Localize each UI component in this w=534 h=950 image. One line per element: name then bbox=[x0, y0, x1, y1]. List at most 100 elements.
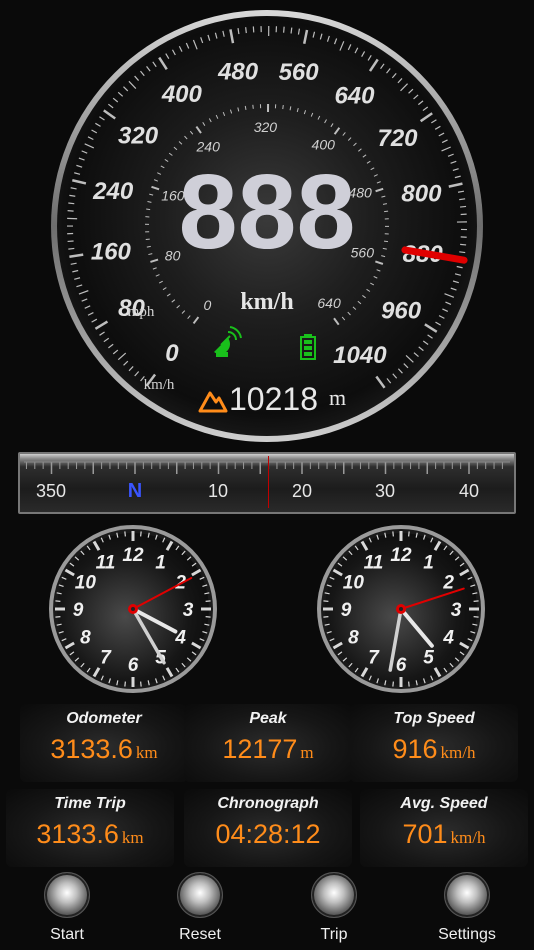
peak-unit: m bbox=[300, 743, 314, 762]
altitude-value: 10218 bbox=[229, 381, 318, 417]
start-button[interactable]: Start bbox=[22, 872, 112, 944]
compass-label-north: N bbox=[127, 480, 143, 502]
avg-speed-unit: km/h bbox=[450, 828, 486, 847]
clock-numeral: 6 bbox=[396, 655, 407, 676]
outer-scale-label: 640 bbox=[334, 82, 375, 109]
clock-tick bbox=[140, 531, 142, 537]
outer-tick bbox=[68, 247, 75, 250]
inner-unit-label: mph bbox=[128, 304, 155, 320]
inner-scale-label: 640 bbox=[317, 295, 341, 311]
compass-label-20: 20 bbox=[291, 481, 313, 501]
clock-numeral: 8 bbox=[348, 628, 359, 649]
clock-numeral: 3 bbox=[183, 600, 194, 621]
trip-button[interactable]: Trip bbox=[289, 872, 379, 944]
clock-tick bbox=[205, 600, 211, 602]
clock-tick bbox=[473, 616, 479, 618]
peak-panel: Peak 12177 m bbox=[184, 704, 352, 782]
compass-label-10: 10 bbox=[207, 481, 229, 501]
clock-tick bbox=[140, 681, 142, 687]
clock-tick bbox=[323, 600, 329, 602]
inner-tick bbox=[146, 245, 151, 248]
chronograph-panel: Chronograph 04:28:12 bbox=[184, 789, 352, 867]
clock-tick bbox=[124, 531, 126, 537]
outer-scale-label: 560 bbox=[279, 59, 320, 86]
settings-button[interactable]: Settings bbox=[422, 872, 512, 944]
clock-numeral: 6 bbox=[128, 655, 139, 676]
clock-numeral: 10 bbox=[75, 573, 97, 594]
clock-numeral: 3 bbox=[451, 600, 462, 621]
start-knob-icon[interactable] bbox=[44, 872, 90, 918]
outer-scale-label: 400 bbox=[161, 81, 203, 108]
outer-tick bbox=[460, 205, 467, 208]
clock-numeral: 11 bbox=[96, 552, 116, 573]
compass-tape: 350 N 10 20 30 40 bbox=[18, 452, 516, 514]
digital-speed-readout: 888 bbox=[179, 153, 356, 271]
outer-unit-label: km/h bbox=[144, 377, 175, 393]
compass-label-30: 30 bbox=[374, 481, 396, 501]
inner-tick bbox=[244, 105, 247, 110]
analog-clock-left: 121234567891011 bbox=[49, 525, 217, 693]
outer-tick bbox=[290, 27, 293, 34]
reset-button[interactable]: Reset bbox=[155, 872, 245, 944]
clock-tick bbox=[55, 616, 61, 618]
outer-scale-label: 720 bbox=[377, 125, 418, 152]
speedometer-gauge: 0801602403204004805606407208008809601040… bbox=[51, 10, 483, 442]
inner-scale-label: 240 bbox=[196, 138, 221, 154]
inner-tick bbox=[282, 105, 284, 110]
odometer-unit: km bbox=[135, 743, 158, 762]
clock-tick bbox=[205, 616, 211, 618]
clock-tick bbox=[392, 681, 394, 687]
chronograph-title: Chronograph bbox=[217, 795, 319, 812]
inner-scale-label: 400 bbox=[312, 137, 336, 153]
outer-scale-label: 800 bbox=[401, 181, 442, 208]
trip-button-label: Trip bbox=[320, 926, 348, 943]
clock-tick bbox=[392, 531, 394, 537]
start-button-label: Start bbox=[50, 926, 84, 943]
clock-tick bbox=[55, 600, 61, 602]
peak-title: Peak bbox=[249, 710, 287, 727]
clock-tick bbox=[124, 681, 126, 687]
clock-numeral: 12 bbox=[122, 545, 144, 566]
analog-clock-right: 12 12 3 45678 9 1011 bbox=[317, 525, 485, 693]
inner-tick bbox=[146, 208, 151, 211]
clock-numeral: 1 bbox=[423, 552, 434, 573]
compass-label-40: 40 bbox=[458, 481, 480, 501]
chronograph-value-row: 04:28:12 bbox=[184, 819, 352, 850]
outer-scale-label: 1040 bbox=[333, 342, 387, 369]
avg-speed-value-row: 701 km/h bbox=[360, 819, 528, 850]
odometer-panel: Odometer 3133.6 km bbox=[20, 704, 188, 782]
inner-tick bbox=[383, 240, 389, 243]
clock-tick bbox=[473, 600, 479, 602]
odometer-title: Odometer bbox=[66, 710, 142, 727]
compass-label-350: 350 bbox=[35, 481, 67, 501]
clock-numeral: 9 bbox=[341, 600, 352, 621]
time-trip-panel: Time Trip 3133.6 km bbox=[6, 789, 174, 867]
clock-tick bbox=[323, 616, 329, 618]
outer-scale-label: 160 bbox=[91, 238, 132, 265]
outer-tick bbox=[459, 198, 466, 201]
clock-numeral: 8 bbox=[80, 628, 91, 649]
peak-value: 12177 bbox=[222, 734, 298, 764]
clock-numeral: 5 bbox=[423, 648, 434, 669]
outer-scale-label: 240 bbox=[92, 178, 134, 205]
peak-value-row: 12177 m bbox=[184, 734, 352, 765]
reset-knob-icon[interactable] bbox=[177, 872, 223, 918]
clock-numeral: 7 bbox=[368, 648, 380, 669]
odometer-value: 3133.6 bbox=[50, 734, 133, 764]
clock-tick bbox=[408, 681, 410, 687]
clock-center-dot bbox=[399, 607, 403, 611]
top-speed-title: Top Speed bbox=[393, 710, 475, 727]
compass-ticks bbox=[24, 461, 510, 474]
inner-scale-label: 0 bbox=[204, 297, 212, 313]
top-speed-value: 916 bbox=[392, 734, 438, 764]
clock-numeral: 4 bbox=[442, 628, 454, 649]
clock-numeral: 1 bbox=[155, 552, 166, 573]
avg-speed-value: 701 bbox=[402, 819, 448, 849]
trip-knob-icon[interactable] bbox=[311, 872, 357, 918]
top-speed-value-row: 916 km/h bbox=[350, 734, 518, 765]
clock-tick bbox=[408, 531, 410, 537]
time-trip-unit: km bbox=[121, 828, 144, 847]
speed-unit-label: km/h bbox=[240, 289, 293, 315]
settings-knob-icon[interactable] bbox=[444, 872, 490, 918]
outer-scale-label: 0 bbox=[165, 340, 179, 367]
